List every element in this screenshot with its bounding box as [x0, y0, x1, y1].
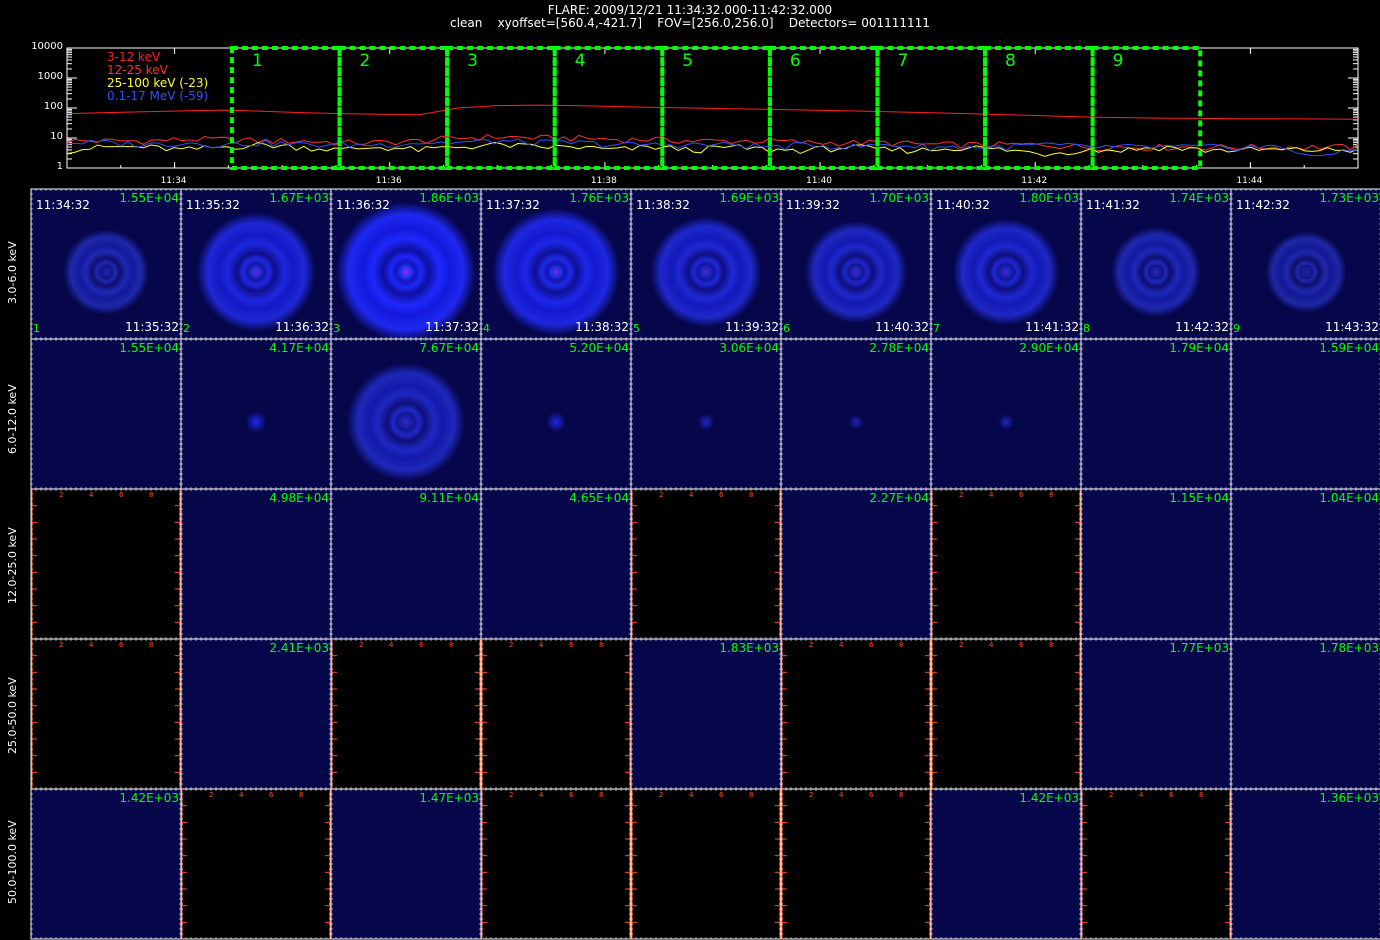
image-panel [630, 488, 782, 640]
image-panel [480, 488, 632, 640]
source-rings [1111, 227, 1201, 317]
image-panel [330, 788, 482, 940]
panel-empty [780, 638, 932, 790]
image-panel [330, 338, 482, 490]
panel-empty [1080, 788, 1232, 940]
interval-box-2 [337, 46, 450, 170]
panel-empty [480, 638, 632, 790]
image-panel [30, 338, 182, 490]
image-panel [30, 638, 182, 790]
source-rings [804, 220, 908, 324]
image-panel [630, 638, 782, 790]
panel-background [930, 338, 1082, 490]
chart-title-line1: FLARE: 2009/12/21 11:34:32.000-11:42:32.… [547, 3, 833, 17]
panel-background [1230, 338, 1380, 490]
source-dot [545, 411, 567, 433]
image-panel [180, 788, 332, 940]
source-dot [998, 414, 1014, 430]
panel-background [180, 338, 332, 490]
image-panel [1080, 338, 1232, 490]
image-panel [930, 488, 1082, 640]
image-panel [930, 338, 1082, 490]
image-panel [180, 488, 332, 640]
interval-box-8 [983, 46, 1095, 170]
source-rings [650, 216, 762, 328]
source-dot [848, 414, 864, 430]
image-panel [780, 488, 932, 640]
image-panel [1080, 788, 1232, 940]
image-panel [1080, 488, 1232, 640]
panel-background [330, 788, 482, 940]
panel-empty [930, 488, 1082, 640]
image-panel [1230, 638, 1380, 790]
panel-background [1080, 488, 1232, 640]
panel-background [1080, 638, 1232, 790]
source-rings [1265, 231, 1347, 313]
panel-empty [330, 638, 482, 790]
panel-background [1230, 788, 1380, 940]
panel-empty [180, 788, 332, 940]
panel-background [1230, 638, 1380, 790]
panel-empty [480, 788, 632, 940]
chart-title-line2: clean xyoffset=[560.4,-421.7] FOV=[256.0… [450, 16, 930, 30]
image-panel [780, 638, 932, 790]
image-panel [330, 488, 482, 640]
panel-background [330, 488, 482, 640]
image-panel [30, 788, 182, 940]
source-dot [697, 413, 715, 431]
panel-background [780, 488, 932, 640]
source-rings [952, 218, 1060, 326]
image-panel [1080, 638, 1232, 790]
panel-background [180, 488, 332, 640]
panel-background [330, 338, 482, 490]
image-panel [1230, 338, 1380, 490]
panel-background [480, 488, 632, 640]
image-panel [480, 638, 632, 790]
image-panel [630, 338, 782, 490]
image-panel [1230, 488, 1380, 640]
image-panel [480, 788, 632, 940]
panel-background [630, 338, 782, 490]
panel-empty [930, 638, 1082, 790]
source-dot [245, 411, 267, 433]
panel-background [180, 638, 332, 790]
image-panel [630, 788, 782, 940]
panel-background [480, 338, 632, 490]
source-rings [492, 208, 620, 336]
source-rings [196, 212, 316, 332]
image-panel [1230, 788, 1380, 940]
panel-empty [30, 638, 182, 790]
source-rings [347, 363, 465, 481]
panel-background [30, 788, 182, 940]
source-rings [63, 229, 149, 315]
panel-background [780, 338, 932, 490]
panel-background [630, 638, 782, 790]
image-panel [180, 638, 332, 790]
image-panel [30, 488, 182, 640]
image-panel [780, 788, 932, 940]
image-panel [480, 338, 632, 490]
image-panel [330, 638, 482, 790]
image-panel [930, 638, 1082, 790]
panel-empty [30, 488, 182, 640]
panel-empty [780, 788, 932, 940]
image-panel [780, 338, 932, 490]
panel-background [1080, 338, 1232, 490]
interval-box-4 [552, 46, 665, 170]
panel-background [1230, 488, 1380, 640]
image-panel [180, 338, 332, 490]
panel-empty [630, 488, 782, 640]
panel-background [30, 338, 182, 490]
image-panel [930, 788, 1082, 940]
panel-empty [630, 788, 782, 940]
series-line-1 [66, 104, 1359, 120]
panel-background [930, 788, 1082, 940]
